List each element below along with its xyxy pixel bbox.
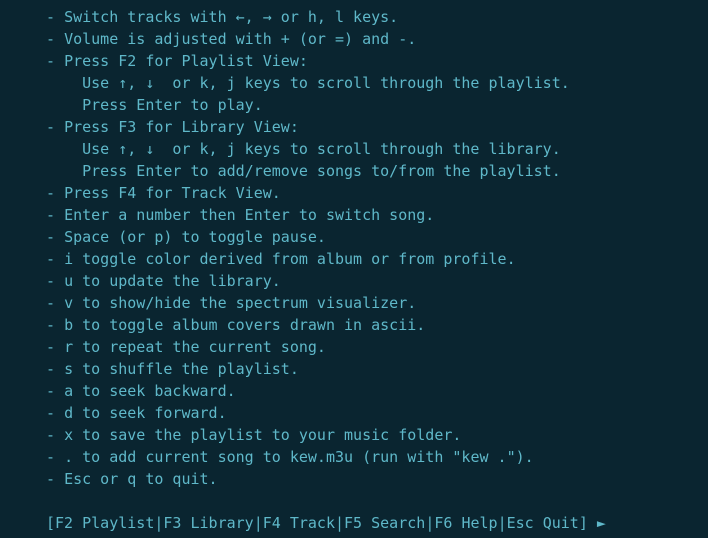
help-line: - Press F2 for Playlist View: xyxy=(46,50,662,72)
help-line: - x to save the playlist to your music f… xyxy=(46,424,662,446)
help-subline-text: Use ↑, ↓ or k, j keys to scroll through … xyxy=(46,140,561,158)
bullet: - xyxy=(46,470,64,488)
status-separator: | xyxy=(425,514,434,532)
help-line: - Press F4 for Track View. xyxy=(46,182,662,204)
help-line: - d to seek forward. xyxy=(46,402,662,424)
help-line-text: d to seek forward. xyxy=(64,404,227,422)
help-line-text: Esc or q to quit. xyxy=(64,470,218,488)
bullet: - xyxy=(46,338,64,356)
help-subline: Press Enter to play. xyxy=(46,94,662,116)
help-subline-text: Use ↑, ↓ or k, j keys to scroll through … xyxy=(46,74,570,92)
help-subline: Use ↑, ↓ or k, j keys to scroll through … xyxy=(46,72,662,94)
help-line-text: Press F2 for Playlist View: xyxy=(64,52,308,70)
status-key: Esc xyxy=(507,514,534,532)
bullet: - xyxy=(46,448,64,466)
status-open-bracket: [ xyxy=(46,514,55,532)
help-line-text: u to update the library. xyxy=(64,272,281,290)
help-line-text: a to seek backward. xyxy=(64,382,236,400)
help-line: - Switch tracks with ←, → or h, l keys. xyxy=(46,6,662,28)
help-line-text: . to add current song to kew.m3u (run wi… xyxy=(64,448,534,466)
help-line: - i toggle color derived from album or f… xyxy=(46,248,662,270)
status-label: Playlist xyxy=(82,514,154,532)
bullet: - xyxy=(46,426,64,444)
help-line-text: s to shuffle the playlist. xyxy=(64,360,299,378)
help-line: - Volume is adjusted with + (or =) and -… xyxy=(46,28,662,50)
bullet: - xyxy=(46,184,64,202)
terminal: - Switch tracks with ←, → or h, l keys.-… xyxy=(0,0,708,538)
help-subline-text: Press Enter to add/remove songs to/from … xyxy=(46,162,561,180)
bullet: - xyxy=(46,272,64,290)
help-line: - r to repeat the current song. xyxy=(46,336,662,358)
bullet: - xyxy=(46,382,64,400)
status-item-quit[interactable]: Esc Quit xyxy=(507,514,579,532)
status-item-search[interactable]: F5 Search xyxy=(344,514,425,532)
help-line-text: Enter a number then Enter to switch song… xyxy=(64,206,434,224)
help-line-text: Press F3 for Library View: xyxy=(64,118,299,136)
help-line-text: Volume is adjusted with + (or =) and -. xyxy=(64,30,416,48)
help-line-text: r to repeat the current song. xyxy=(64,338,326,356)
status-key: F2 xyxy=(55,514,73,532)
help-line-text: b to toggle album covers drawn in ascii. xyxy=(64,316,425,334)
status-item-playlist[interactable]: F2 Playlist xyxy=(55,514,154,532)
help-line: - . to add current song to kew.m3u (run … xyxy=(46,446,662,468)
status-key: F4 xyxy=(263,514,281,532)
status-item-library[interactable]: F3 Library xyxy=(163,514,253,532)
play-icon[interactable]: ► xyxy=(588,514,606,532)
status-key: F5 xyxy=(344,514,362,532)
help-line: - Press F3 for Library View: xyxy=(46,116,662,138)
status-item-help[interactable]: F6 Help xyxy=(434,514,497,532)
status-label: Track xyxy=(290,514,335,532)
help-line: - Enter a number then Enter to switch so… xyxy=(46,204,662,226)
bullet: - xyxy=(46,360,64,378)
blank-line xyxy=(46,490,662,512)
help-subline-text: Press Enter to play. xyxy=(46,96,263,114)
bullet: - xyxy=(46,52,64,70)
bullet: - xyxy=(46,294,64,312)
status-label: Search xyxy=(371,514,425,532)
help-text: - Switch tracks with ←, → or h, l keys.-… xyxy=(46,6,662,490)
status-separator: | xyxy=(498,514,507,532)
status-key: F3 xyxy=(163,514,181,532)
help-line-text: Switch tracks with ←, → or h, l keys. xyxy=(64,8,398,26)
help-line-text: Press F4 for Track View. xyxy=(64,184,281,202)
help-line-text: i toggle color derived from album or fro… xyxy=(64,250,516,268)
status-item-track[interactable]: F4 Track xyxy=(263,514,335,532)
help-line: - a to seek backward. xyxy=(46,380,662,402)
bullet: - xyxy=(46,8,64,26)
bullet: - xyxy=(46,30,64,48)
status-bar: [F2 Playlist|F3 Library|F4 Track|F5 Sear… xyxy=(46,512,662,534)
help-line: - s to shuffle the playlist. xyxy=(46,358,662,380)
help-subline: Use ↑, ↓ or k, j keys to scroll through … xyxy=(46,138,662,160)
bullet: - xyxy=(46,228,64,246)
help-line-text: x to save the playlist to your music fol… xyxy=(64,426,461,444)
help-line: - u to update the library. xyxy=(46,270,662,292)
status-separator: | xyxy=(335,514,344,532)
bullet: - xyxy=(46,404,64,422)
status-key: F6 xyxy=(434,514,452,532)
bullet: - xyxy=(46,118,64,136)
bullet: - xyxy=(46,206,64,224)
help-subline: Press Enter to add/remove songs to/from … xyxy=(46,160,662,182)
status-label: Quit xyxy=(543,514,579,532)
help-line: - b to toggle album covers drawn in asci… xyxy=(46,314,662,336)
help-line: - Esc or q to quit. xyxy=(46,468,662,490)
help-line: - Space (or p) to toggle pause. xyxy=(46,226,662,248)
status-label: Help xyxy=(461,514,497,532)
help-line-text: v to show/hide the spectrum visualizer. xyxy=(64,294,416,312)
bullet: - xyxy=(46,250,64,268)
help-line: - v to show/hide the spectrum visualizer… xyxy=(46,292,662,314)
status-separator: | xyxy=(254,514,263,532)
status-label: Library xyxy=(191,514,254,532)
bullet: - xyxy=(46,316,64,334)
status-close-bracket: ] xyxy=(579,514,588,532)
help-line-text: Space (or p) to toggle pause. xyxy=(64,228,326,246)
